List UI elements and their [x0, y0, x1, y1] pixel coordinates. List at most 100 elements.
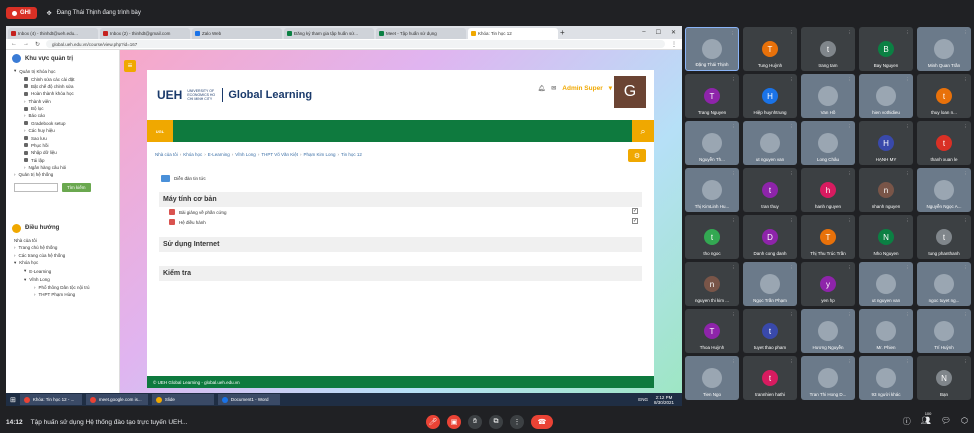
extensions-icon[interactable]: ⋮	[671, 41, 677, 48]
tile-menu-icon[interactable]: ⋮	[848, 30, 853, 36]
tile-menu-icon[interactable]: ⋮	[732, 77, 737, 83]
activity-item[interactable]: Hệ điều hành ✓	[159, 217, 642, 227]
tile-menu-icon[interactable]: ⋮	[964, 30, 969, 36]
taskbar-item[interactable]: Khóa: Tin học 12 - ...	[19, 394, 82, 405]
browser-tab[interactable]: Zalo Web	[192, 28, 282, 39]
browser-tab[interactable]: Inbox (2) - thinhdt@gmail.com	[100, 28, 190, 39]
participant-tile[interactable]: ⋮ t tuyet thao pham	[743, 309, 797, 353]
nav-item[interactable]: ▾ Khóa học	[6, 259, 119, 267]
tile-menu-icon[interactable]: ⋮	[964, 265, 969, 271]
tile-menu-icon[interactable]: ⋮	[732, 312, 737, 318]
new-tab-icon[interactable]: +	[560, 28, 565, 37]
section-title[interactable]: Máy tính cơ bản	[159, 192, 642, 207]
course-settings-gear-icon[interactable]: ⚙	[628, 149, 646, 162]
present-screen-icon[interactable]: ⧉	[489, 415, 503, 429]
windows-start-icon[interactable]: ⊞	[10, 396, 16, 404]
participant-tile[interactable]: ⋮ Hương Nguyễn	[801, 309, 855, 353]
breadcrumb-link[interactable]: Nhà của tôi	[155, 152, 178, 157]
section-title[interactable]: Kiểm tra	[159, 266, 642, 281]
participant-tile[interactable]: ⋮ N Nho Nguyen	[859, 215, 913, 259]
tile-menu-icon[interactable]: ⋮	[906, 312, 911, 318]
tile-menu-icon[interactable]: ⋮	[790, 124, 795, 130]
participant-tile[interactable]: ⋮ t tho ngoc	[685, 215, 739, 259]
participant-tile[interactable]: ⋮ y yen hp	[801, 262, 855, 306]
participant-tile[interactable]: ⋮ t tung phanthanh	[917, 215, 971, 259]
participant-tile[interactable]: ⋮ T Thị Thu Trúc Trần	[801, 215, 855, 259]
browser-tab[interactable]: Meet - Tập huấn sử dụng	[376, 28, 466, 39]
participant-tile[interactable]: ⋮ ngoc tuyet ng...	[917, 262, 971, 306]
nav-item[interactable]: › Các trang của hệ thống	[6, 251, 119, 258]
participant-tile[interactable]: ⋮ H HẠNH MY	[859, 121, 913, 165]
participant-tile[interactable]: ⋮ Đặng Thái Thịnh	[685, 27, 739, 71]
participant-tile[interactable]: ⋮ T Thoa Huỳnh	[685, 309, 739, 353]
tile-menu-icon[interactable]: ⋮	[848, 312, 853, 318]
nav-item[interactable]: ▾ Vĩnh Long	[6, 276, 119, 284]
breadcrumb-link[interactable]: Khóa học	[183, 152, 202, 157]
search-icon[interactable]: ⌕	[632, 120, 654, 142]
participant-tile[interactable]: ⋮ H Hiệp huynhtrung	[743, 74, 797, 118]
tile-menu-icon[interactable]: ⋮	[732, 171, 737, 177]
browser-tab-active[interactable]: Khóa: Tin học 12	[468, 28, 558, 39]
tile-menu-icon[interactable]: ⋮	[732, 265, 737, 271]
more-options-icon[interactable]: ⋮	[510, 415, 524, 429]
participant-tile[interactable]: ⋮ t trang tam	[801, 27, 855, 71]
sidebar-item[interactable]: Nhập dữ liệu	[6, 149, 119, 156]
sidebar-item[interactable]: › Quản trị hệ thống	[6, 171, 119, 178]
participant-tile[interactable]: ⋮ Thị KimLinh Hu...	[685, 168, 739, 212]
section-title[interactable]: Sử dụng Internet	[159, 237, 642, 252]
participant-tile[interactable]: ⋮ Tien Ngo	[685, 356, 739, 400]
sidebar-item[interactable]: Bật chế độ chỉnh sửa	[6, 83, 119, 90]
sidebar-item[interactable]: › Báo cáo	[6, 112, 119, 119]
breadcrumb-link[interactable]: Vĩnh Long	[235, 152, 256, 157]
taskbar-item[interactable]: meet.google.com is...	[85, 394, 148, 405]
tile-menu-icon[interactable]: ⋮	[906, 265, 911, 271]
participant-tile[interactable]: ⋮ t trannhien hathi	[743, 356, 797, 400]
participant-tile[interactable]: ⋮ Nguyễn Th...	[685, 121, 739, 165]
taskbar-item[interactable]: Slide	[151, 394, 214, 405]
sidebar-item[interactable]: › Các huy hiệu	[6, 127, 119, 134]
sidebar-item[interactable]: ▾ Quản trị Khóa học	[6, 67, 119, 75]
activity-item[interactable]: Bài giảng về phần cứng ✓	[159, 207, 642, 217]
participant-tile[interactable]: ⋮ N Bạn	[917, 356, 971, 400]
tile-menu-icon[interactable]: ⋮	[732, 218, 737, 224]
sidebar-item[interactable]: Tái lập	[6, 157, 119, 164]
sidebar-item[interactable]: Bộ lọc	[6, 105, 119, 112]
participant-tile[interactable]: ⋮ Van Hồ	[801, 74, 855, 118]
participant-tile[interactable]: ⋮ D Danh cong danh	[743, 215, 797, 259]
activities-icon[interactable]: ⬡	[961, 416, 968, 427]
info-icon[interactable]: ⓘ	[903, 416, 911, 427]
language-indicator[interactable]: ENG	[638, 397, 648, 402]
tile-menu-icon[interactable]: ⋮	[848, 218, 853, 224]
nav-item[interactable]: ▾ E-Learning	[6, 267, 119, 275]
completion-checkbox[interactable]: ✓	[632, 218, 638, 224]
bell-icon[interactable]: 🔔︎	[538, 85, 546, 92]
participant-tile[interactable]: ⋮ ut nguyen van	[859, 262, 913, 306]
tile-menu-icon[interactable]: ⋮	[848, 124, 853, 130]
chat-icon[interactable]: 💬︎	[941, 416, 951, 427]
tile-menu-icon[interactable]: ⋮	[906, 218, 911, 224]
participant-tile[interactable]: ⋮ Minh Quan Trần	[917, 27, 971, 71]
nav-bar-logo[interactable]: UGL	[147, 120, 173, 142]
tile-menu-icon[interactable]: ⋮	[848, 359, 853, 365]
sidebar-item[interactable]: Gradebook setup	[6, 120, 119, 127]
participant-tile[interactable]: ⋮ t thuy loan n...	[917, 74, 971, 118]
participant-tile[interactable]: ⋮ Long Châu	[801, 121, 855, 165]
clock[interactable]: 2:12 PM 8/30/2021	[654, 395, 674, 405]
url-field[interactable]: global.ueh.edu.vn/course/view.php?id=167	[46, 40, 665, 48]
tile-menu-icon[interactable]: ⋮	[848, 171, 853, 177]
forward-icon[interactable]: →	[23, 41, 29, 47]
tile-menu-icon[interactable]: ⋮	[790, 359, 795, 365]
participant-tile[interactable]: ⋮ Ngọc Trần Phạm	[743, 262, 797, 306]
tile-menu-icon[interactable]: ⋮	[790, 312, 795, 318]
nav-item[interactable]: › Phổ thông Dân tộc nội trú	[6, 284, 119, 291]
tile-menu-icon[interactable]: ⋮	[964, 312, 969, 318]
completion-checkbox[interactable]: ✓	[632, 208, 638, 214]
back-icon[interactable]: ←	[11, 41, 17, 47]
participant-tile[interactable]: ⋮ B Bay Nguyen	[859, 27, 913, 71]
reload-icon[interactable]: ↻	[35, 41, 40, 48]
participant-tile[interactable]: ⋮ ut nguyen van	[743, 121, 797, 165]
mic-off-icon[interactable]: 🎤︎	[426, 415, 440, 429]
tile-menu-icon[interactable]: ⋮	[964, 218, 969, 224]
user-menu[interactable]: 🔔︎ ✉ Admin Super ▾	[538, 84, 612, 93]
news-forum-link[interactable]: Diễn đàn tin tức	[147, 157, 654, 182]
